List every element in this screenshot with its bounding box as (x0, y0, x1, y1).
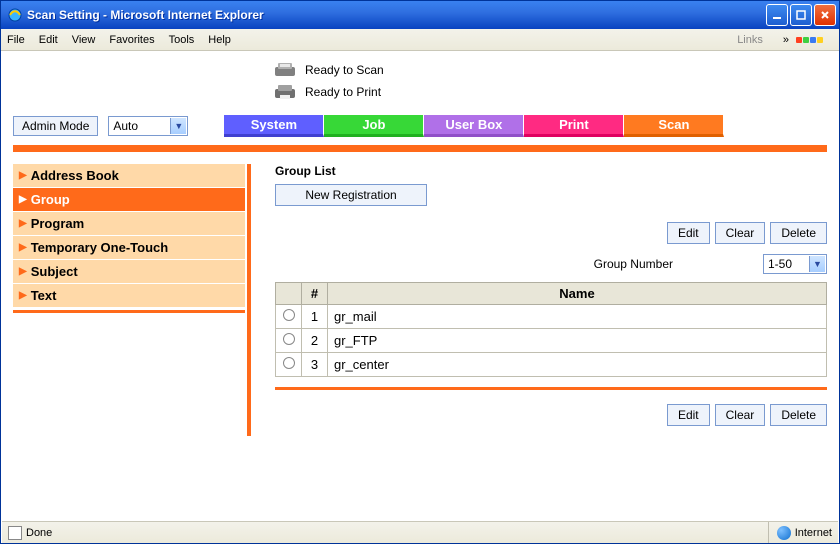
clear-button[interactable]: Clear (715, 222, 766, 244)
window-close-button[interactable] (814, 4, 836, 26)
group-table: # Name 1 gr_mail 2 gr_FTP (275, 282, 827, 377)
top-controls: Admin Mode Auto ▼ System Job User Box Pr… (13, 115, 827, 137)
tab-print[interactable]: Print (524, 115, 624, 137)
scanner-icon (273, 61, 299, 79)
sidebar-item-label: Text (31, 288, 57, 303)
window-maximize-button[interactable] (790, 4, 812, 26)
status-bar: Done Internet (2, 521, 838, 543)
clear-button[interactable]: Clear (715, 404, 766, 426)
triangle-icon: ▶ (19, 290, 27, 301)
group-number-select[interactable]: 1-50 ▼ (763, 254, 827, 274)
section-title: Group List (275, 164, 827, 178)
tab-scan[interactable]: Scan (624, 115, 724, 137)
triangle-icon: ▶ (19, 242, 27, 253)
col-name: Name (328, 283, 827, 305)
table-row: 1 gr_mail (276, 305, 827, 329)
status-print: Ready to Print (273, 83, 827, 101)
row-name: gr_FTP (328, 329, 827, 353)
language-select-value: Auto (113, 119, 138, 133)
tab-strip: System Job User Box Print Scan (224, 115, 724, 137)
row-name: gr_mail (328, 305, 827, 329)
tab-system[interactable]: System (224, 115, 324, 137)
menu-help[interactable]: Help (208, 34, 231, 46)
group-number-label: Group Number (594, 257, 673, 271)
window-title: Scan Setting - Microsoft Internet Explor… (27, 8, 764, 22)
chevron-right-icon[interactable]: » (783, 34, 789, 46)
triangle-icon: ▶ (19, 170, 27, 181)
sidebar-item-label: Program (31, 216, 84, 231)
printer-icon (273, 83, 299, 101)
security-zone: Internet (768, 522, 832, 543)
menu-favorites[interactable]: Favorites (109, 34, 154, 46)
sidebar-underline (13, 310, 245, 313)
menu-view[interactable]: View (72, 34, 96, 46)
status-scan: Ready to Scan (273, 61, 827, 79)
row-number: 3 (302, 353, 328, 377)
row-radio[interactable] (283, 333, 295, 345)
tab-userbox[interactable]: User Box (424, 115, 524, 137)
sidebar-item-label: Group (31, 192, 70, 207)
menu-tools[interactable]: Tools (169, 34, 195, 46)
main-panel: Group List New Registration Edit Clear D… (251, 164, 827, 436)
bottom-button-row: Edit Clear Delete (275, 404, 827, 426)
delete-button[interactable]: Delete (770, 222, 827, 244)
col-number: # (302, 283, 328, 305)
table-row: 2 gr_FTP (276, 329, 827, 353)
sidebar-item-address-book[interactable]: ▶ Address Book (13, 164, 245, 188)
sidebar-item-temporary-one-touch[interactable]: ▶ Temporary One-Touch (13, 236, 245, 260)
separator (275, 387, 827, 390)
page-content: Ready to Scan Ready to Print Admin Mode … (1, 51, 839, 521)
triangle-icon: ▶ (19, 194, 27, 205)
zone-label: Internet (795, 527, 832, 539)
triangle-icon: ▶ (19, 266, 27, 277)
triangle-icon: ▶ (19, 218, 27, 229)
edit-button[interactable]: Edit (667, 222, 710, 244)
sidebar: ▶ Address Book ▶ Group ▶ Program ▶ Temporary… (13, 164, 251, 436)
delete-button[interactable]: Delete (770, 404, 827, 426)
ie-icon (7, 7, 23, 23)
status-scan-label: Ready to Scan (305, 63, 384, 77)
sidebar-item-label: Subject (31, 264, 78, 279)
page-icon (8, 526, 22, 540)
menu-bar: File Edit View Favorites Tools Help Link… (1, 29, 839, 51)
top-button-row: Edit Clear Delete (275, 222, 827, 244)
separator (13, 145, 827, 152)
new-registration-button[interactable]: New Registration (275, 184, 427, 206)
group-number-value: 1-50 (768, 257, 792, 271)
sidebar-item-program[interactable]: ▶ Program (13, 212, 245, 236)
device-status-panel: Ready to Scan Ready to Print (273, 61, 827, 101)
edit-button[interactable]: Edit (667, 404, 710, 426)
table-row: 3 gr_center (276, 353, 827, 377)
sidebar-item-label: Temporary One-Touch (31, 240, 168, 255)
col-select (276, 283, 302, 305)
status-done: Done (26, 527, 52, 539)
window-minimize-button[interactable] (766, 4, 788, 26)
sidebar-item-subject[interactable]: ▶ Subject (13, 260, 245, 284)
links-label: Links (737, 34, 763, 46)
sidebar-item-group[interactable]: ▶ Group (13, 188, 245, 212)
window-titlebar: Scan Setting - Microsoft Internet Explor… (1, 1, 839, 29)
menu-edit[interactable]: Edit (39, 34, 58, 46)
row-name: gr_center (328, 353, 827, 377)
sidebar-item-text[interactable]: ▶ Text (13, 284, 245, 308)
chevron-down-icon: ▼ (809, 256, 825, 272)
status-print-label: Ready to Print (305, 85, 381, 99)
row-radio[interactable] (283, 309, 295, 321)
windows-logo-icon (795, 30, 823, 50)
row-number: 1 (302, 305, 328, 329)
group-number-row: Group Number 1-50 ▼ (275, 254, 827, 274)
globe-icon (777, 526, 791, 540)
tab-job[interactable]: Job (324, 115, 424, 137)
row-number: 2 (302, 329, 328, 353)
sidebar-item-label: Address Book (31, 168, 119, 183)
chevron-down-icon: ▼ (170, 118, 186, 134)
language-select[interactable]: Auto ▼ (108, 116, 188, 136)
admin-mode-button[interactable]: Admin Mode (13, 116, 98, 136)
menu-file[interactable]: File (7, 34, 25, 46)
row-radio[interactable] (283, 357, 295, 369)
links-toolbar: Links » (737, 30, 839, 50)
